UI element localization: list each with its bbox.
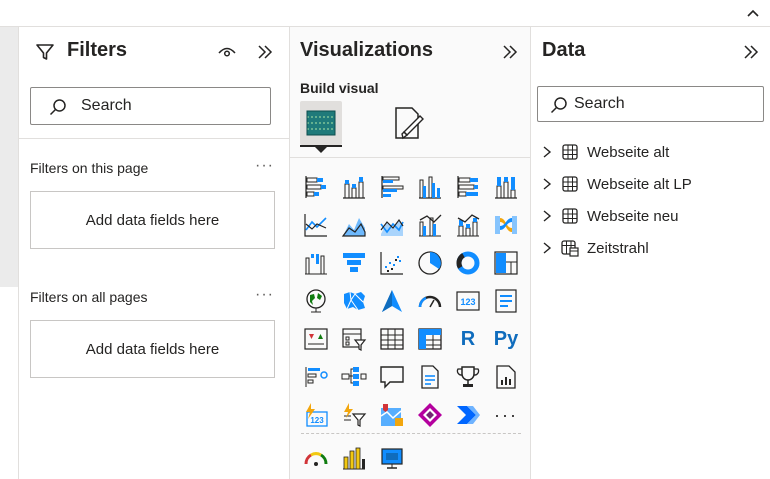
table-item-webseite-neu[interactable]: Webseite neu xyxy=(541,205,678,227)
power-apps-filter-icon[interactable] xyxy=(339,400,369,430)
table-label: Webseite neu xyxy=(587,207,679,225)
build-visual-label: Build visual xyxy=(300,80,379,96)
all-pages-drop-zone[interactable]: Add data fields here xyxy=(30,320,275,378)
decomposition-tree-icon[interactable] xyxy=(339,362,369,392)
build-visual-tab[interactable] xyxy=(300,101,342,145)
ribbon-chart-icon[interactable] xyxy=(491,210,521,240)
more-visuals-icon[interactable]: ··· xyxy=(491,400,521,430)
divider xyxy=(290,157,530,158)
area-chart-icon[interactable] xyxy=(339,210,369,240)
clustered-column-icon[interactable] xyxy=(415,172,445,202)
search-icon xyxy=(49,99,66,116)
pie-icon[interactable] xyxy=(415,248,445,278)
qa-icon[interactable] xyxy=(377,362,407,392)
chevron-right-icon[interactable] xyxy=(541,241,553,255)
visualizations-title: Visualizations xyxy=(300,39,434,61)
expand-pane-icon[interactable] xyxy=(500,42,520,62)
divider xyxy=(19,138,289,139)
treemap-icon[interactable] xyxy=(491,248,521,278)
stacked-column-icon[interactable] xyxy=(339,172,369,202)
r-visual-icon[interactable]: R xyxy=(453,324,483,354)
eye-icon[interactable] xyxy=(217,42,237,62)
power-automate-icon[interactable] xyxy=(453,400,483,430)
table-item-webseite-alt-lp[interactable]: Webseite alt LP xyxy=(541,173,692,195)
card-icon[interactable]: 123 xyxy=(453,286,483,316)
stacked-area-icon[interactable] xyxy=(377,210,407,240)
expand-pane-icon[interactable] xyxy=(741,42,761,62)
azure-map-icon[interactable] xyxy=(377,286,407,316)
chevron-right-icon[interactable] xyxy=(541,209,553,223)
kpi-icon[interactable] xyxy=(301,324,331,354)
table-item-webseite-alt[interactable]: Webseite alt xyxy=(541,141,669,163)
chevron-right-icon[interactable] xyxy=(541,177,553,191)
map-icon[interactable] xyxy=(301,286,331,316)
this-page-drop-zone[interactable]: Add data fields here xyxy=(30,191,275,249)
scatter-icon[interactable] xyxy=(377,248,407,278)
line-stacked-column-icon[interactable] xyxy=(453,210,483,240)
table-item-zeitstrahl[interactable]: Zeitstrahl xyxy=(541,237,649,259)
data-search[interactable] xyxy=(537,86,764,122)
python-visual-icon[interactable]: Py xyxy=(491,324,521,354)
100-stacked-bar-icon[interactable] xyxy=(453,172,483,202)
table-icon[interactable] xyxy=(377,324,407,354)
expand-pane-icon[interactable] xyxy=(255,42,275,62)
data-pane: Data Webseite alt Webseite alt LP Websei… xyxy=(531,27,770,479)
table-label: Webseite alt xyxy=(587,143,670,161)
stacked-bar-icon[interactable] xyxy=(301,172,331,202)
format-brush-icon xyxy=(395,107,424,140)
100-stacked-column-icon[interactable] xyxy=(491,172,521,202)
divider xyxy=(301,433,521,434)
build-visual-icon xyxy=(306,110,336,136)
search-input[interactable] xyxy=(574,95,724,113)
speedometer-custom-visual-icon[interactable] xyxy=(301,443,331,473)
paginated-report-icon[interactable] xyxy=(491,362,521,392)
canvas-edge xyxy=(0,27,18,287)
key-influencers-icon[interactable] xyxy=(301,362,331,392)
line-chart-icon[interactable] xyxy=(301,210,331,240)
column-custom-visual-icon[interactable] xyxy=(339,443,369,473)
narrative-icon[interactable] xyxy=(415,362,445,392)
donut-icon[interactable] xyxy=(453,248,483,278)
more-options-icon[interactable]: ··· xyxy=(255,157,274,175)
line-clustered-column-icon[interactable] xyxy=(415,210,445,240)
multi-row-card-icon[interactable] xyxy=(491,286,521,316)
filters-search[interactable] xyxy=(30,87,271,125)
table-icon xyxy=(561,175,579,193)
table-label: Zeitstrahl xyxy=(587,239,649,257)
svg-text:123: 123 xyxy=(310,416,324,425)
search-icon xyxy=(550,97,567,114)
funnel-icon[interactable] xyxy=(339,248,369,278)
table-label: Webseite alt LP xyxy=(587,175,692,193)
clustered-bar-icon[interactable] xyxy=(377,172,407,202)
filled-map-icon[interactable] xyxy=(339,286,369,316)
chevron-right-icon[interactable] xyxy=(541,145,553,159)
filter-icon xyxy=(36,44,54,60)
chevron-up-icon[interactable] xyxy=(746,6,760,20)
power-automate-map-icon[interactable] xyxy=(377,400,407,430)
filters-this-page-label: Filters on this page xyxy=(30,160,149,176)
svg-text:123: 123 xyxy=(460,297,475,307)
visualizations-pane: Visualizations Build visual 123 R Py 123… xyxy=(290,27,531,479)
filters-all-pages-label: Filters on all pages xyxy=(30,289,148,305)
data-title: Data xyxy=(542,39,586,61)
slicer-icon[interactable] xyxy=(339,324,369,354)
calendar-table-icon xyxy=(561,239,579,257)
matrix-icon[interactable] xyxy=(415,324,445,354)
active-tab-caret xyxy=(315,147,327,153)
search-input[interactable] xyxy=(81,97,231,115)
power-apps-card-icon[interactable]: 123 xyxy=(301,400,331,430)
filters-pane: Filters Filters on this page ··· Add dat… xyxy=(19,27,290,479)
table-icon xyxy=(561,143,579,161)
top-bar xyxy=(0,0,770,27)
format-visual-tab[interactable] xyxy=(390,104,426,144)
gauge-icon[interactable] xyxy=(415,286,445,316)
table-icon xyxy=(561,207,579,225)
power-apps-icon[interactable] xyxy=(415,400,445,430)
goals-icon[interactable] xyxy=(453,362,483,392)
waterfall-icon[interactable] xyxy=(301,248,331,278)
more-options-icon[interactable]: ··· xyxy=(255,286,274,304)
filters-title: Filters xyxy=(67,39,128,61)
screen-custom-visual-icon[interactable] xyxy=(377,443,407,473)
